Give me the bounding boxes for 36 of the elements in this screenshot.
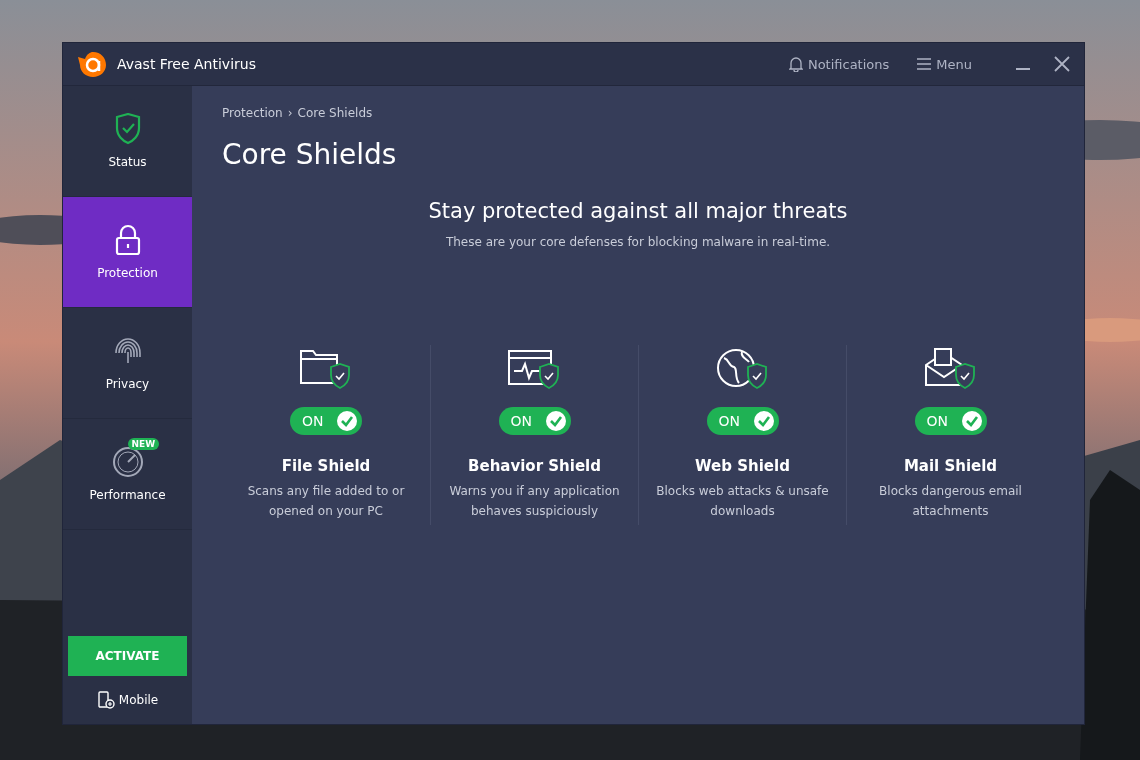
shield-name: Behavior Shield: [468, 457, 601, 475]
subtitle: These are your core defenses for blocking malware in real-time.: [444, 235, 832, 249]
minimize-icon: [1016, 68, 1030, 70]
phone-plus-icon: [96, 691, 115, 709]
bell-icon: [788, 56, 803, 72]
breadcrumb-current: Core Shields: [297, 106, 373, 120]
shield-name: File Shield: [281, 457, 371, 475]
new-badge: NEW: [127, 438, 160, 450]
sidebar-item[interactable]: Protection: [63, 197, 192, 308]
logo-icon: [77, 49, 109, 79]
headline: Stay protected against all major threats: [427, 199, 849, 223]
check-circle-icon: [544, 410, 567, 432]
shield-check-icon: [114, 113, 141, 145]
page-title: Core Shields: [222, 138, 398, 171]
shield-description: Scans any file added to or opened on your PC: [246, 483, 406, 520]
menu-icon: [917, 58, 932, 70]
mobile-link[interactable]: Mobile: [63, 676, 192, 724]
check-circle-icon: [752, 410, 775, 432]
sidebar-item[interactable]: Privacy: [63, 308, 192, 419]
shield-name: Web Shield: [695, 457, 790, 475]
sidebar-item[interactable]: NEW Performance: [63, 419, 192, 530]
padlock-icon: [113, 224, 142, 256]
check-circle-icon: [336, 410, 358, 432]
breadcrumb-link[interactable]: Protection: [222, 106, 283, 120]
gauge-icon: [111, 446, 144, 478]
menu-button[interactable]: Menu: [917, 56, 972, 72]
shield-description: Warns you if any application behaves suspiciously: [448, 483, 621, 520]
breadcrumb-separator: ›: [287, 106, 293, 120]
shield-description: Blocks dangerous email attachments: [878, 483, 1023, 520]
close-button[interactable]: [1054, 56, 1070, 72]
notifications-button[interactable]: Notifications: [788, 56, 890, 72]
shield-description: Blocks web attacks & unsafe downloads: [655, 483, 830, 520]
window-title: Avast Free Antivirus: [117, 56, 257, 72]
close-icon: [1054, 56, 1070, 72]
check-circle-icon: [960, 410, 983, 432]
shield-name: Mail Shield: [903, 457, 998, 475]
